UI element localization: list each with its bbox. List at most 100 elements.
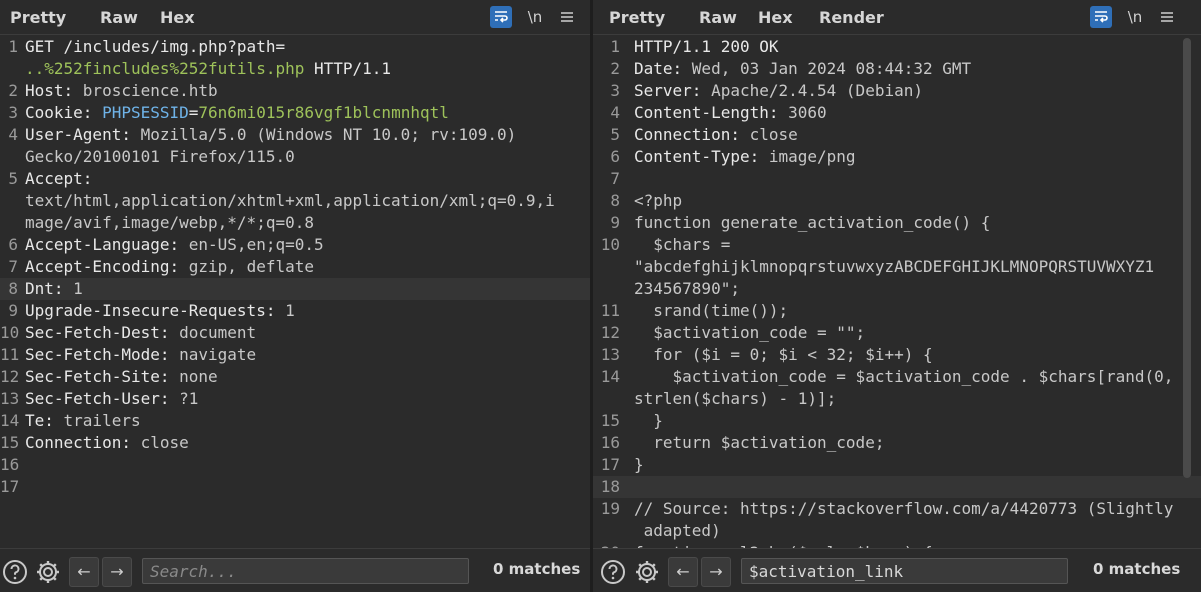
line-number: 1 [8,37,18,56]
code-line: 8 <?php [593,190,1201,212]
code-line: 2 Host: broscience.htb [0,80,590,102]
word-wrap-icon[interactable] [1090,6,1112,28]
response-scrollbar[interactable] [1183,38,1191,478]
line-number: 14 [0,411,20,430]
next-match-arrow-icon[interactable]: → [102,557,132,587]
line-text: Accept: [25,168,102,190]
line-text: "abcdefghijklmnopqrstuvwxyzABCDEFGHIJKLM… [634,256,1154,278]
code-line: 13 for ($i = 0; $i < 32; $i++) { [593,344,1201,366]
settings-gear-icon[interactable] [35,559,61,585]
code-line: 11 srand(time()); [593,300,1201,322]
line-number: 2 [610,59,620,78]
line-text: return $activation_code; [634,432,884,454]
code-line: 18 [593,476,1201,498]
line-number: 4 [8,125,18,144]
code-token: Accept-Encoding: [25,257,189,276]
line-number: 17 [600,455,620,474]
word-wrap-icon[interactable] [490,6,512,28]
code-token: User-Agent: [25,125,141,144]
line-number: 11 [600,301,620,320]
menu-icon[interactable] [556,6,578,28]
help-icon[interactable] [600,559,626,585]
code-token: Sec-Fetch-User: [25,389,180,408]
code-token: Gecko/20100101 Firefox/115.0 [25,147,295,166]
tab-hex[interactable]: Hex [758,0,793,34]
tab-pretty[interactable]: Pretty [609,0,665,34]
code-line: 10 $chars = [593,234,1201,256]
tab-raw[interactable]: Raw [100,0,138,34]
code-token: gzip, deflate [188,257,314,276]
code-token: document [179,323,257,342]
code-line: adapted) [593,520,1201,542]
line-number: 6 [8,235,18,254]
line-text: function generate_activation_code() { [634,212,990,234]
code-token: 1 [285,301,295,320]
code-token: broscience.htb [82,81,218,100]
code-token: strlen($chars) - 1)]; [634,389,837,408]
line-number: 3 [8,103,18,122]
line-text: // Source: https://stackoverflow.com/a/4… [634,498,1173,520]
code-token: trailers [63,411,141,430]
response-editor[interactable]: 1 HTTP/1.1 200 OK 2 Date: Wed, 03 Jan 2024 … [593,36,1201,549]
line-text: HTTP/1.1 200 OK [634,36,779,58]
code-token: Mozilla/5.0 (Windows NT 10.0; rv:109.0) [140,125,517,144]
line-text: ..%252fincludes%252futils.php HTTP/1.1 [25,58,391,80]
line-text: Te: trailers [25,410,141,432]
help-icon[interactable] [2,559,28,585]
line-text: <?php [634,190,682,212]
request-search-input[interactable]: Search... [142,558,469,584]
response-search-input[interactable]: $activation_link [741,558,1068,584]
code-token: Apache/2.4.54 (Debian) [711,81,923,100]
line-text: Content-Length: 3060 [634,102,827,124]
code-token: "abcdefghijklmnopqrstuvwxyzABCDEFGHIJKLM… [634,257,1155,276]
code-line: 19 // Source: https://stackoverflow.com/a… [593,498,1201,520]
code-token: Upgrade-Insecure-Requests: [25,301,286,320]
request-match-count: 0 matches [493,560,581,578]
code-line: 17} [593,454,1201,476]
code-line: 5 Connection: close [593,124,1201,146]
line-number: 15 [600,411,620,430]
line-number: 8 [610,191,620,210]
line-text: Dnt: 1 [25,278,83,300]
tab-pretty[interactable]: Pretty [10,0,66,34]
code-token: = [188,103,199,122]
line-number: 14 [600,367,620,386]
newline-toggle-icon[interactable]: \n [524,6,546,28]
code-line: 7 [593,168,1201,190]
code-token: $chars = [634,235,731,254]
line-text: Upgrade-Insecure-Requests: 1 [25,300,295,322]
line-text: adapted) [634,520,721,542]
code-token: return $activation_code; [634,433,885,452]
line-text: } [634,454,644,476]
code-token: function generate_activation_code() { [634,213,991,232]
menu-icon[interactable] [1156,6,1178,28]
line-text: Accept-Language: en-US,en;q=0.5 [25,234,324,256]
tab-hex[interactable]: Hex [160,0,195,34]
line-number: 16 [600,433,620,452]
tab-raw[interactable]: Raw [699,0,737,34]
code-line: 14 $activation_code = $activation_code .… [593,366,1201,388]
line-text: 234567890"; [634,278,740,300]
request-editor[interactable]: 1 GET /includes/img.php?path= ..%252finclu… [0,36,590,549]
line-text: text/html,application/xhtml+xml,applicat… [25,190,555,212]
code-line: 8 Dnt: 1 [0,278,590,300]
code-line: 16 [0,454,590,476]
code-token: Sec-Fetch-Dest: [25,323,180,342]
code-line: 12 $activation_code = ""; [593,322,1201,344]
line-number: 7 [8,257,18,276]
code-line: 11 Sec-Fetch-Mode: navigate [0,344,590,366]
code-token: Te: [25,411,64,430]
code-token: Content-Length: [634,103,789,122]
previous-match-arrow-icon[interactable]: ← [69,557,99,587]
line-text: Sec-Fetch-Site: none [25,366,218,388]
newline-toggle-icon[interactable]: \n [1124,6,1146,28]
line-text: srand(time()); [634,300,788,322]
settings-gear-icon[interactable] [634,559,660,585]
next-match-arrow-icon[interactable]: → [701,557,731,587]
line-text: Cookie: PHPSESSID=76n6mi015r86vgf1blcnmn… [25,102,449,124]
line-number: 9 [610,213,620,232]
code-line: 234567890"; [593,278,1201,300]
tab-render[interactable]: Render [819,0,884,34]
previous-match-arrow-icon[interactable]: ← [668,557,698,587]
code-token: 3060 [788,103,827,122]
